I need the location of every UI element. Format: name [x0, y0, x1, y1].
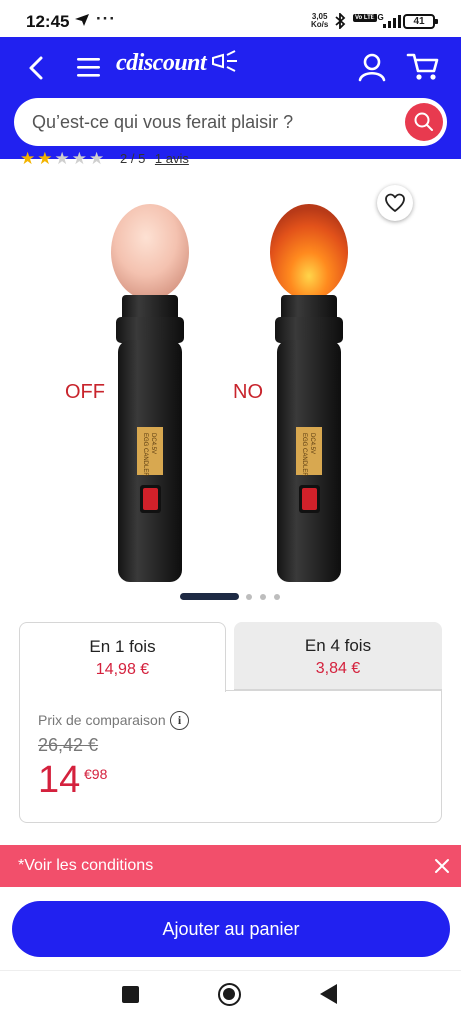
battery-icon: 41	[403, 14, 438, 29]
carousel-dot[interactable]	[246, 594, 252, 600]
tab-pay-once-label: En 1 fois	[89, 637, 156, 656]
carousel-dot[interactable]	[260, 594, 266, 600]
close-icon	[435, 859, 449, 873]
menu-button[interactable]	[76, 55, 102, 79]
egg-candler-photo: EGG CANDLER DC4.5V EGG CANDLER DC4.5V	[111, 204, 348, 582]
search-button[interactable]	[405, 103, 443, 141]
bluetooth-icon	[334, 11, 346, 34]
hamburger-menu-icon	[77, 58, 100, 77]
conditions-link[interactable]: *Voir les conditions	[18, 857, 153, 875]
tab-pay-four-times[interactable]: En 4 fois 3,84 €	[234, 622, 442, 690]
tab-pay-four-price: 3,84 €	[315, 660, 361, 677]
image-label-off: OFF	[65, 381, 105, 403]
current-price-cents: €98	[84, 766, 108, 782]
cart-button[interactable]	[406, 49, 442, 83]
carousel-dot-active[interactable]	[180, 593, 239, 600]
network-speed-unit: Ko/s	[311, 20, 329, 29]
tab-divider	[226, 690, 442, 691]
tab-pay-four-label: En 4 fois	[304, 636, 372, 655]
heart-icon	[385, 193, 405, 212]
home-button[interactable]	[218, 983, 241, 1006]
search-icon	[414, 112, 433, 131]
chevron-left-icon	[29, 56, 43, 80]
old-price: 26,42 €	[38, 735, 99, 755]
info-icon[interactable]: i	[170, 711, 189, 730]
rating-score: 2 / 5	[120, 151, 146, 166]
status-time: 12:45	[26, 12, 70, 31]
carousel-dot[interactable]	[274, 594, 280, 600]
reviews-link[interactable]: 1 avis	[155, 151, 189, 166]
sticker-text: EGG CANDLER	[142, 433, 148, 477]
shopping-cart-icon	[406, 53, 439, 80]
tab-pay-once[interactable]: En 1 fois 14,98 €	[19, 622, 226, 692]
network-type: 5G	[373, 13, 384, 22]
signal-icon: 5G	[373, 13, 401, 34]
search-input[interactable]	[32, 98, 392, 146]
search-bar[interactable]	[14, 98, 447, 146]
sticker-text: EGG CANDLER	[301, 433, 307, 477]
back-button[interactable]	[22, 53, 52, 83]
sticker-text: DC4.5V	[309, 433, 315, 454]
conditions-banner[interactable]: *Voir les conditions	[0, 845, 461, 887]
navigation-arrow-icon	[74, 13, 90, 32]
close-banner-button[interactable]	[432, 856, 452, 876]
current-price-integer: 14	[38, 759, 81, 801]
cdiscount-logo[interactable]: cdiscount	[116, 50, 239, 82]
add-to-cart-button[interactable]: Ajouter au panier	[12, 901, 450, 957]
product-image[interactable]: EGG CANDLER DC4.5V EGG CANDLER DC4.5V OF…	[0, 165, 461, 595]
system-back-button[interactable]	[320, 984, 337, 1004]
rating-text: 2 / 5 1 avis	[120, 151, 189, 166]
image-label-on: NO	[233, 381, 263, 403]
user-icon	[358, 53, 386, 82]
payment-panel	[19, 690, 442, 823]
status-bar: 12:45 ··· 3,05 Ko/s Vo LTE 5G 41	[0, 0, 461, 40]
account-button[interactable]	[356, 51, 388, 83]
sticker-text: DC4.5V	[150, 433, 156, 454]
favorite-button[interactable]	[377, 185, 413, 221]
logo-text: cdiscount	[116, 50, 207, 76]
megaphone-icon	[211, 50, 237, 72]
recents-button[interactable]	[122, 986, 139, 1003]
network-speed: 3,05 Ko/s	[311, 13, 328, 29]
app-header: cdiscount	[0, 37, 461, 159]
status-more-dots: ···	[96, 9, 116, 28]
tab-pay-once-price: 14,98 €	[95, 661, 150, 678]
comparison-price-label: Prix de comparaison	[38, 712, 166, 728]
